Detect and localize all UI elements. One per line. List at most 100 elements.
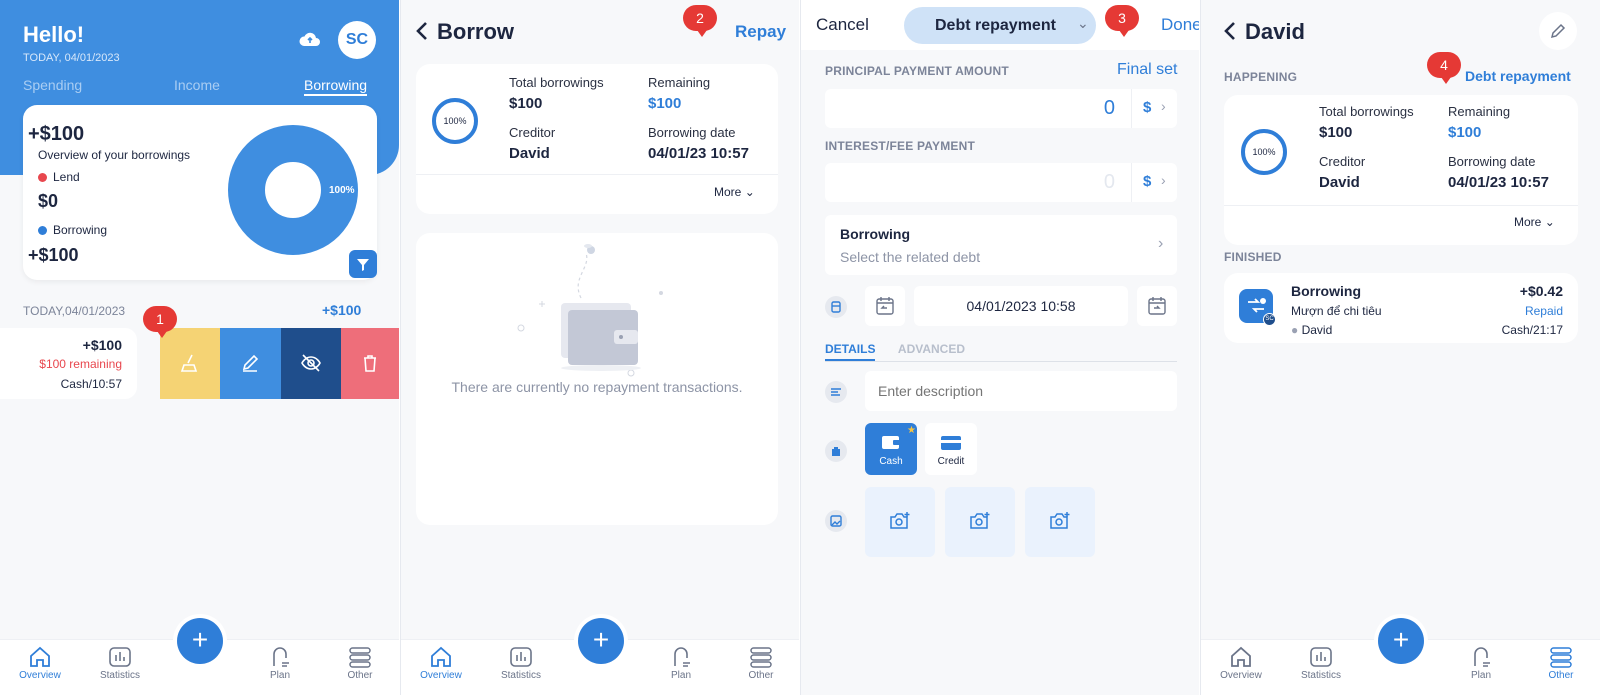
tab-other[interactable]: Other	[330, 646, 390, 681]
date-label: TODAY, 04/01/2023	[23, 52, 120, 64]
item-person: ● David	[1291, 323, 1332, 337]
tab-other[interactable]: Other	[1531, 646, 1591, 681]
currency-label[interactable]: $	[1143, 173, 1151, 190]
cloud-sync-icon[interactable]	[298, 30, 322, 53]
finished-transaction[interactable]: SC Borrowing Mượn để chi tiêu ● David +$…	[1224, 273, 1578, 343]
more-button[interactable]: More ⌄	[1514, 215, 1555, 229]
tab-other-label: Other	[748, 670, 774, 681]
avatar[interactable]: SC	[338, 21, 376, 59]
tab-spending[interactable]: Spending	[23, 77, 82, 93]
image-icon	[825, 510, 847, 532]
tab-overview[interactable]: Overview	[10, 646, 70, 681]
add-button[interactable]: +	[578, 618, 624, 664]
tab-plan[interactable]: Plan	[651, 646, 711, 681]
add-button[interactable]: +	[1378, 618, 1424, 664]
edit-action-button[interactable]	[220, 328, 281, 399]
add-photo-button[interactable]	[945, 487, 1015, 557]
tab-details[interactable]: DETAILS	[825, 342, 876, 361]
tab-income[interactable]: Income	[174, 77, 220, 93]
wallet-type-icon	[825, 440, 847, 462]
interest-amount-input[interactable]: 0 $ ›	[825, 163, 1177, 202]
calendar-prev-icon	[876, 297, 894, 315]
back-chevron-icon[interactable]	[1223, 20, 1237, 47]
borrow-category-icon: SC	[1239, 289, 1276, 326]
chevron-right-icon: ›	[1161, 98, 1166, 114]
calendar-next-icon	[1148, 297, 1166, 315]
done-button[interactable]: Done	[1161, 15, 1199, 35]
edit-button[interactable]	[1539, 12, 1577, 50]
total-label: Total borrowings	[509, 75, 604, 90]
tab-overview[interactable]: Overview	[1211, 646, 1271, 681]
add-photo-button[interactable]	[865, 487, 935, 557]
add-photo-icon	[1050, 512, 1070, 529]
add-button[interactable]: +	[177, 618, 223, 664]
date-label: Borrowing date	[1448, 154, 1536, 169]
field-divider	[1131, 89, 1132, 128]
tab-statistics-label: Statistics	[500, 670, 541, 681]
tab-statistics[interactable]: Statistics	[491, 646, 551, 681]
date-value: 04/01/23 10:57	[1448, 174, 1549, 191]
back-chevron-icon[interactable]	[415, 20, 429, 47]
item-amount: +$0.42	[1519, 283, 1563, 299]
txn-amount: +$100	[82, 337, 122, 353]
final-set-button[interactable]: Final set	[1117, 61, 1177, 79]
wallet-credit[interactable]: Credit	[925, 423, 977, 475]
borrowing-label: Borrowing	[53, 223, 108, 237]
bottom-tabbar: Overview Statistics + Plan Other	[1201, 618, 1600, 695]
related-debt-select[interactable]: Borrowing Select the related debt ›	[825, 215, 1177, 275]
debt-repayment-link[interactable]: Debt repayment	[1465, 68, 1571, 84]
principal-amount-input[interactable]: 0 $ ›	[825, 89, 1177, 128]
description-input[interactable]	[865, 371, 1177, 411]
datetime-field[interactable]: 04/01/2023 10:58	[914, 286, 1128, 326]
tab-advanced[interactable]: ADVANCED	[898, 342, 965, 356]
txn-meta: Cash/10:57	[60, 377, 122, 391]
bottom-tabbar: Overview Statistics + Plan Other	[0, 618, 399, 695]
tab-overview-label: Overview	[19, 670, 61, 681]
debt-repayment-form-panel: Cancel Debt repayment ⌄ Done 3 PRINCIPAL…	[800, 0, 1199, 695]
total-label: Total borrowings	[1319, 104, 1414, 119]
repay-action-button[interactable]	[160, 328, 220, 399]
tab-plan[interactable]: Plan	[1451, 646, 1511, 681]
chevron-down-icon: ⌄	[1544, 215, 1555, 229]
tab-overview-label: Overview	[420, 670, 462, 681]
more-button[interactable]: More ⌄	[714, 185, 755, 199]
borrowing-summary-card: +$100 Overview of your borrowings Lend $…	[23, 105, 377, 280]
borrow-info-card: 100% Total borrowings $100 Remaining $10…	[416, 64, 778, 214]
tab-borrowing[interactable]: Borrowing	[304, 77, 368, 96]
hide-action-button[interactable]	[281, 328, 341, 399]
delete-action-button[interactable]	[341, 328, 399, 399]
summary-caption: Overview of your borrowings	[38, 148, 191, 162]
hide-icon	[301, 354, 321, 372]
wallet-cash[interactable]: ★ Cash	[865, 423, 917, 475]
cancel-button[interactable]: Cancel	[816, 15, 869, 35]
tab-overview[interactable]: Overview	[411, 646, 471, 681]
day-total: +$100	[322, 302, 362, 318]
borrowing-value: +$100	[28, 245, 79, 265]
creditor-value: David	[1319, 174, 1360, 191]
wallet-credit-label: Credit	[937, 456, 965, 467]
transaction-row[interactable]: +$100 $100 remaining Cash/10:57	[0, 328, 137, 399]
total-value: $100	[509, 95, 543, 112]
currency-label[interactable]: $	[1143, 99, 1151, 116]
prev-date-button[interactable]	[865, 286, 905, 326]
repayments-empty-card: There are currently no repayment transac…	[416, 233, 778, 525]
tab-statistics[interactable]: Statistics	[90, 646, 150, 681]
tab-statistics[interactable]: Statistics	[1291, 646, 1351, 681]
add-photo-icon	[970, 512, 990, 529]
creditor-label: Creditor	[509, 125, 556, 140]
tab-other-label: Other	[347, 670, 373, 681]
tab-plan[interactable]: Plan	[250, 646, 310, 681]
add-photo-button[interactable]	[1025, 487, 1095, 557]
field-divider	[1131, 163, 1132, 202]
repay-button[interactable]: Repay	[735, 22, 786, 42]
borrowing-dot	[38, 226, 47, 235]
related-subtitle: Select the related debt	[840, 249, 981, 265]
lend-label: Lend	[53, 170, 80, 184]
next-date-button[interactable]	[1137, 286, 1177, 326]
tab-other[interactable]: Other	[731, 646, 791, 681]
filter-icon[interactable]	[349, 250, 377, 278]
transaction-type-select[interactable]: Debt repayment ⌄	[904, 7, 1096, 44]
item-title: Borrowing	[1291, 283, 1361, 299]
principal-label: PRINCIPAL PAYMENT AMOUNT	[825, 64, 1009, 78]
star-icon: ★	[907, 425, 916, 436]
